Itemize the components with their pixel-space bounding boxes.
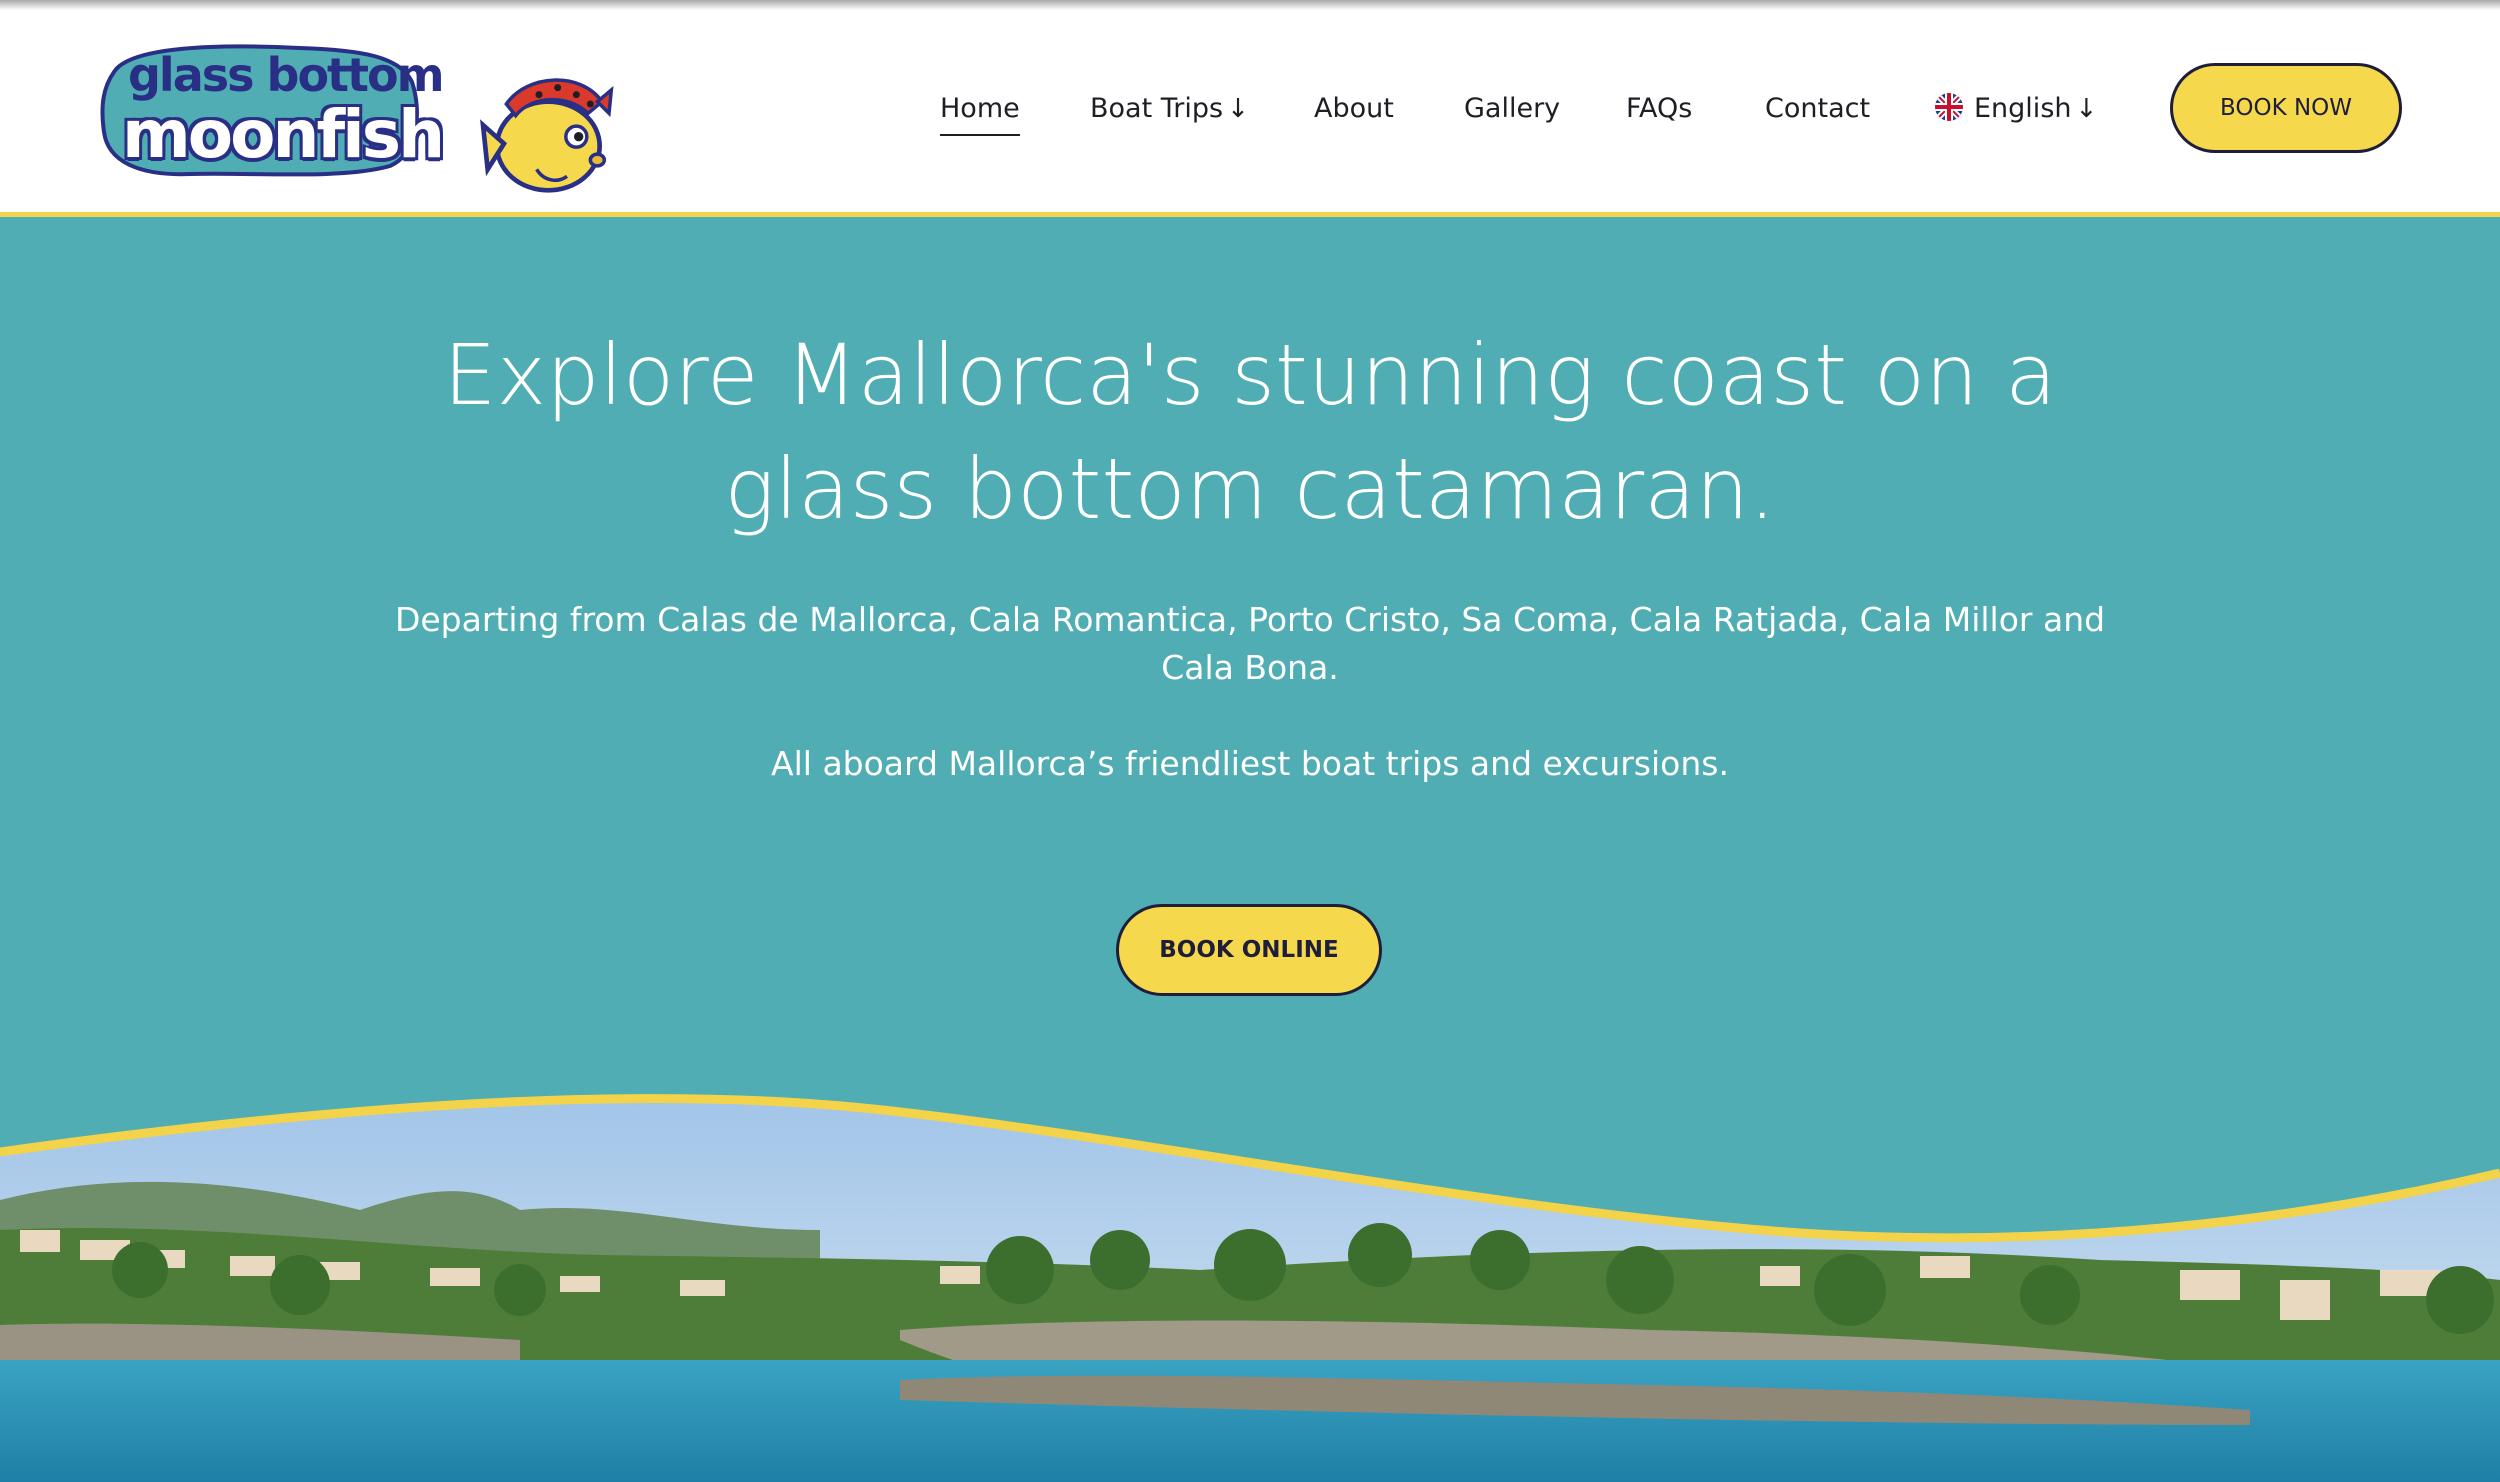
arrow-down-icon: ↓ (2075, 94, 2098, 124)
hero-title-line2: glass bottom catamaran. (724, 440, 1776, 538)
book-online-button[interactable]: BOOK ONLINE (1116, 904, 1382, 996)
hero-subtitle-line2: Cala Bona. (1161, 648, 1339, 687)
nav-item-boat-trips-label: Boat Trips (1090, 93, 1224, 124)
arrow-down-icon: ↓ (1227, 94, 1249, 124)
hero-subtitle: Departing from Calas de Mallorca, Cala R… (350, 596, 2150, 692)
language-label: English (1974, 93, 2072, 124)
browser-top-shadow (0, 0, 2500, 10)
nav-item-home[interactable]: Home (940, 84, 1020, 136)
uk-flag-icon (1934, 92, 1964, 122)
nav-item-gallery[interactable]: Gallery (1464, 84, 1560, 134)
hero-title-line1: Explore Mallorca's stunning coast on a (443, 326, 2057, 424)
nav-item-about[interactable]: About (1314, 84, 1394, 134)
nav-item-boat-trips[interactable]: Boat Trips ↓ (1090, 84, 1249, 134)
hero-subtitle-line1: Departing from Calas de Mallorca, Cala R… (394, 600, 2106, 639)
book-now-button[interactable]: BOOK NOW (2170, 63, 2402, 153)
hero-title: Explore Mallorca's stunning coast on a g… (350, 318, 2150, 546)
nav-item-contact[interactable]: Contact (1765, 84, 1870, 134)
nav-item-faqs[interactable]: FAQs (1626, 84, 1692, 134)
hero-tagline: All aboard Mallorca’s friendliest boat t… (771, 744, 1729, 783)
language-selector[interactable]: English ↓ (1934, 84, 2097, 134)
site-header: glass bottom moonfish Home Boat Trips ↓ A… (0, 0, 2500, 217)
coastline-photo (0, 1080, 2500, 1482)
main-nav: Home Boat Trips ↓ About Gallery FAQs Cont… (0, 84, 2500, 136)
